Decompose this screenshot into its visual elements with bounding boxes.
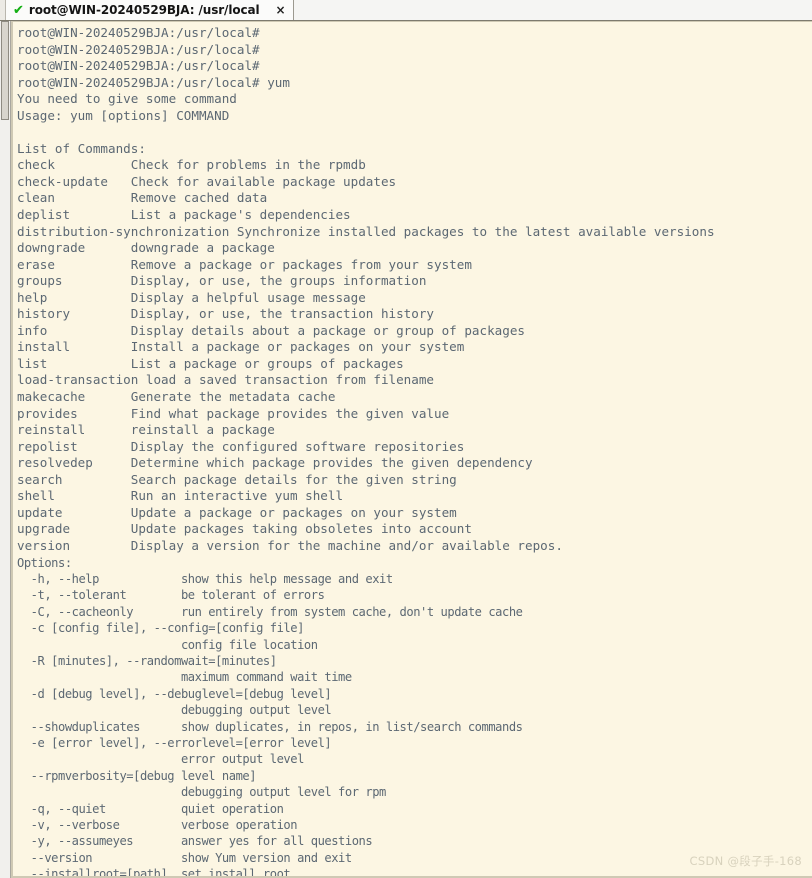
tab-session-usr-local[interactable]: ✔ root@WIN-20240529BJA: /usr/local ×: [6, 0, 294, 20]
tab-bar: ✔ root@WIN-20240529BJA: /usr/local ×: [0, 0, 812, 21]
tab-title: root@WIN-20240529BJA: /usr/local: [28, 3, 260, 17]
terminal-header-block: root@WIN-20240529BJA:/usr/local# root@WI…: [17, 25, 290, 156]
terminal-screen[interactable]: root@WIN-20240529BJA:/usr/local# root@WI…: [11, 21, 812, 878]
terminal-output: root@WIN-20240529BJA:/usr/local# root@WI…: [13, 22, 715, 878]
vertical-scrollbar[interactable]: [0, 21, 11, 878]
terminal-area: root@WIN-20240529BJA:/usr/local# root@WI…: [0, 21, 812, 878]
terminal-options-block: Options: -h, --help show this help messa…: [17, 555, 523, 878]
scrollbar-thumb[interactable]: [1, 21, 9, 120]
terminal-window: ✔ root@WIN-20240529BJA: /usr/local × roo…: [0, 0, 812, 878]
watermark: CSDN @段子手-168: [689, 854, 802, 868]
terminal-commands-block: check Check for problems in the rpmdb ch…: [17, 157, 715, 553]
close-icon[interactable]: ×: [276, 4, 286, 16]
check-icon: ✔: [13, 2, 24, 18]
